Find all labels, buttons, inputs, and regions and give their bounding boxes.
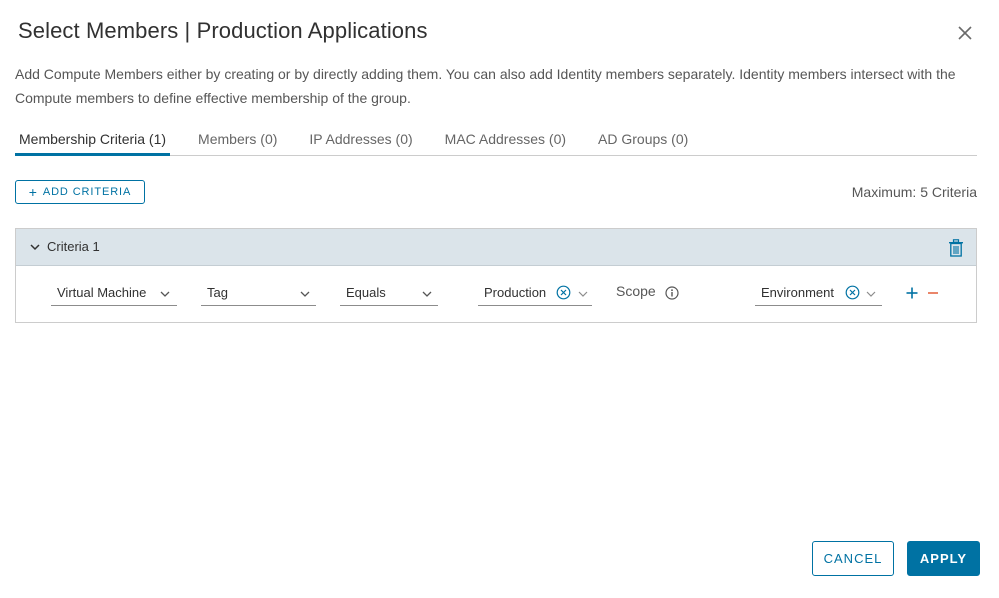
info-icon[interactable] bbox=[665, 286, 679, 300]
tab-ip-addresses[interactable]: IP Addresses (0) bbox=[305, 129, 416, 156]
member-type-value: Virtual Machine bbox=[57, 285, 147, 300]
tag-value: Production bbox=[484, 285, 546, 300]
criteria-title: Criteria 1 bbox=[47, 239, 100, 254]
remove-row-minus-icon[interactable] bbox=[927, 286, 939, 300]
add-row-plus-icon[interactable] bbox=[905, 286, 919, 300]
add-criteria-label: ADD CRITERIA bbox=[42, 186, 132, 198]
clear-circle-icon[interactable] bbox=[556, 285, 571, 300]
property-value: Tag bbox=[207, 285, 228, 300]
scope-value: Environment bbox=[761, 285, 834, 300]
tab-ad-groups[interactable]: AD Groups (0) bbox=[594, 129, 692, 156]
chevron-down-icon bbox=[300, 287, 310, 297]
apply-button[interactable]: APPLY bbox=[907, 541, 980, 576]
close-icon[interactable] bbox=[954, 22, 976, 44]
chevron-down-icon bbox=[160, 287, 170, 297]
operator-select[interactable]: Equals bbox=[340, 281, 438, 306]
tab-members[interactable]: Members (0) bbox=[194, 129, 281, 156]
chevron-down-icon bbox=[578, 287, 588, 297]
add-criteria-button[interactable]: + ADD CRITERIA bbox=[15, 180, 145, 204]
scope-label: Scope bbox=[616, 283, 656, 299]
member-type-select[interactable]: Virtual Machine bbox=[51, 281, 177, 306]
max-criteria-text: Maximum: 5 Criteria bbox=[851, 184, 977, 200]
scope-value-select[interactable]: Environment bbox=[755, 281, 882, 306]
chevron-down-icon[interactable] bbox=[28, 240, 42, 254]
tab-membership-criteria[interactable]: Membership Criteria (1) bbox=[15, 129, 171, 156]
dialog-description: Add Compute Members either by creating o… bbox=[15, 66, 956, 106]
tab-bar: Membership Criteria (1) Members (0) IP A… bbox=[15, 129, 977, 156]
criteria-panel: Criteria 1 Virtual Machine Tag Equals Pr… bbox=[15, 228, 977, 323]
tag-value-select[interactable]: Production bbox=[478, 281, 592, 306]
chevron-down-icon bbox=[422, 287, 432, 297]
cancel-button[interactable]: CANCEL bbox=[812, 541, 894, 576]
clear-circle-icon[interactable] bbox=[845, 285, 860, 300]
chevron-down-icon bbox=[866, 287, 876, 297]
dialog-title: Select Members | Production Applications bbox=[18, 18, 428, 43]
operator-value: Equals bbox=[346, 285, 386, 300]
plus-icon: + bbox=[28, 184, 38, 200]
trash-icon[interactable] bbox=[948, 239, 964, 257]
tab-mac-addresses[interactable]: MAC Addresses (0) bbox=[441, 129, 570, 156]
criteria-header: Criteria 1 bbox=[16, 229, 976, 266]
property-select[interactable]: Tag bbox=[201, 281, 316, 306]
